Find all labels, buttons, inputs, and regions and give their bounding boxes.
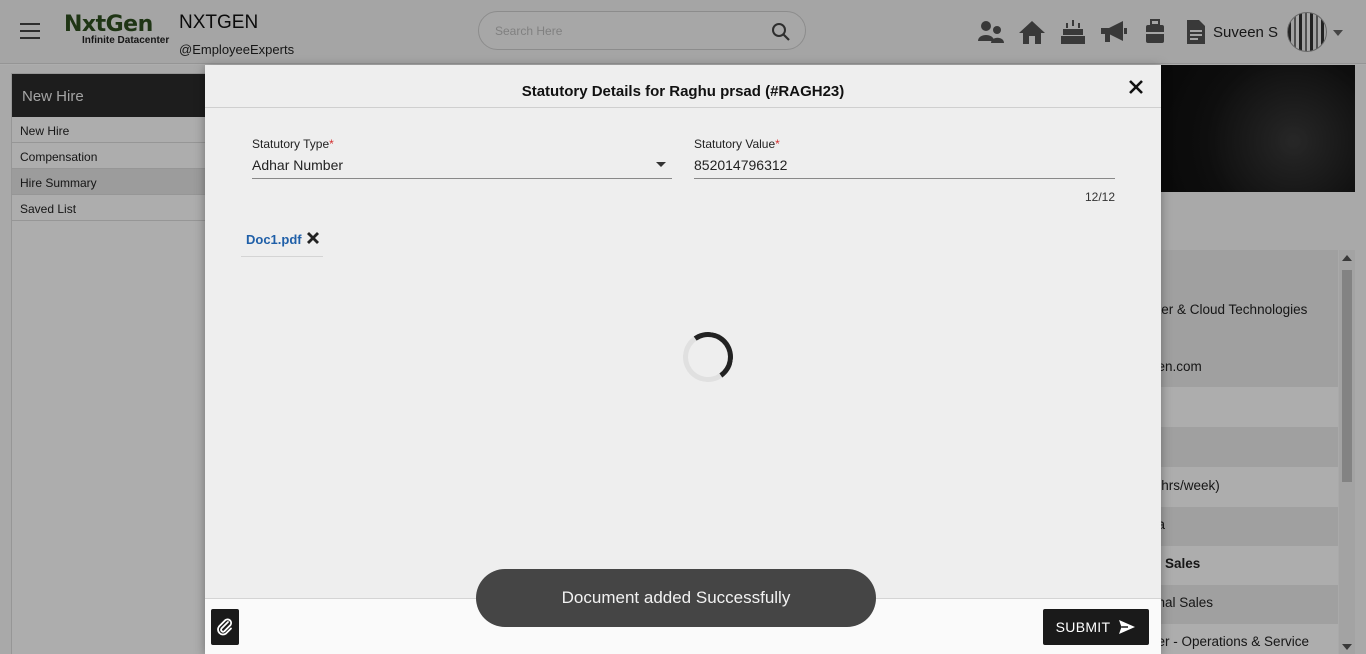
statutory-details-dialog: Statutory Details for Raghu prsad (#RAGH… (205, 65, 1161, 654)
dropdown-arrow-icon[interactable] (656, 162, 666, 167)
character-counter: 12/12 (1084, 190, 1115, 204)
attach-button[interactable] (211, 609, 239, 645)
required-marker: * (329, 137, 334, 151)
required-marker: * (775, 137, 780, 151)
statutory-type-label: Statutory Type* (252, 137, 334, 151)
send-icon (1119, 620, 1136, 634)
statutory-value-label: Statutory Value* (694, 137, 780, 151)
success-toast: Document added Successfully (476, 569, 876, 627)
statutory-value-field[interactable]: 852014796312 (694, 154, 1115, 179)
remove-attachment-icon[interactable] (306, 231, 320, 245)
close-icon[interactable] (1127, 78, 1145, 96)
statutory-type-value: Adhar Number (252, 157, 344, 173)
dialog-title: Statutory Details for Raghu prsad (#RAGH… (205, 65, 1161, 108)
statutory-type-select[interactable]: Adhar Number (252, 154, 672, 179)
attachment-link[interactable]: Doc1.pdf (246, 232, 302, 247)
statutory-value-text: 852014796312 (694, 157, 788, 173)
paperclip-icon (217, 618, 232, 636)
statutory-type-label-text: Statutory Type (252, 137, 330, 151)
submit-label: SUBMIT (1055, 619, 1111, 635)
statutory-value-label-text: Statutory Value (694, 137, 776, 151)
submit-button[interactable]: SUBMIT (1043, 609, 1149, 645)
attachment-chip: Doc1.pdf (241, 224, 323, 257)
toast-message: Document added Successfully (561, 588, 791, 607)
loading-spinner (679, 328, 737, 386)
